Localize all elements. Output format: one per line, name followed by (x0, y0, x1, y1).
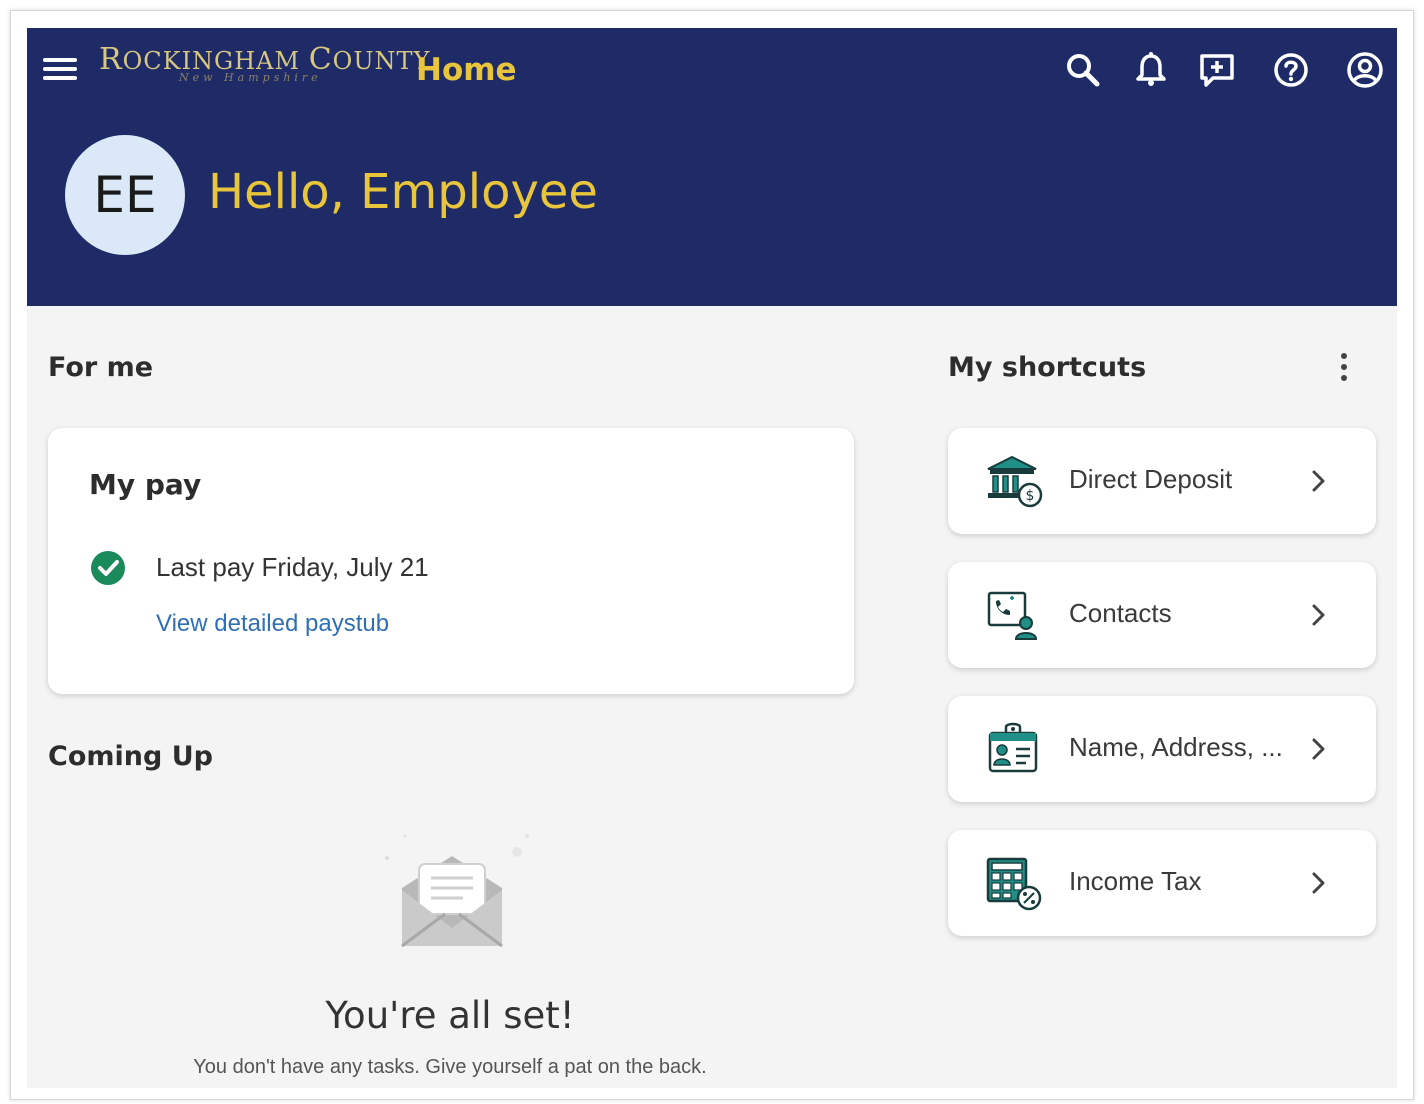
chevron-right-icon (1312, 872, 1325, 894)
my-pay-card: My pay Last pay Friday, July 21 View det… (48, 428, 854, 694)
greeting: Hello, Employee (208, 164, 598, 220)
for-me-heading: For me (48, 352, 154, 383)
shortcut-contacts[interactable]: Contacts (948, 562, 1376, 668)
chevron-right-icon (1312, 470, 1325, 492)
app: ROCKINGHAM COUNTY New Hampshire Home EE … (27, 28, 1397, 1088)
account-icon[interactable] (1345, 50, 1385, 90)
feedback-icon[interactable] (1197, 50, 1237, 90)
shortcut-direct-deposit[interactable]: $ Direct Deposit (948, 428, 1376, 534)
chevron-right-icon (1312, 738, 1325, 760)
more-options-icon[interactable] (1327, 350, 1361, 390)
last-pay-status: Last pay Friday, July 21 (156, 552, 429, 582)
view-paystub-link[interactable]: View detailed paystub (156, 610, 389, 638)
svg-text:$: $ (1026, 488, 1035, 504)
search-icon[interactable] (1063, 50, 1103, 90)
shortcut-name-address[interactable]: Name, Address, ... (948, 696, 1376, 802)
empty-state-title: You're all set! (325, 994, 575, 1037)
bell-icon[interactable] (1131, 50, 1171, 90)
county-logo[interactable]: ROCKINGHAM COUNTY New Hampshire (99, 42, 429, 102)
tax-calculator-icon (986, 857, 1042, 911)
my-shortcuts-heading: My shortcuts (948, 352, 1147, 383)
envelope-illustration-icon (385, 834, 529, 948)
shortcut-label: Contacts (1069, 598, 1172, 628)
bank-icon: $ (987, 455, 1043, 508)
my-pay-title: My pay (89, 468, 202, 501)
header-banner: ROCKINGHAM COUNTY New Hampshire Home EE … (27, 28, 1397, 306)
avatar[interactable]: EE (65, 135, 185, 255)
page-title: Home (416, 52, 517, 88)
id-card-icon (988, 722, 1038, 773)
shortcut-label: Income Tax (1069, 866, 1202, 896)
help-icon[interactable] (1271, 50, 1311, 90)
shortcut-label: Name, Address, ... (1069, 732, 1283, 762)
empty-state-subtitle: You don't have any tasks. Give yourself … (193, 1056, 707, 1078)
check-circle-icon (91, 551, 125, 585)
coming-up-heading: Coming Up (48, 741, 213, 772)
shortcut-income-tax[interactable]: Income Tax (948, 830, 1376, 936)
chevron-right-icon (1312, 604, 1325, 626)
contact-phone-icon (987, 591, 1038, 640)
menu-icon[interactable] (43, 58, 77, 84)
shortcut-label: Direct Deposit (1069, 464, 1233, 494)
